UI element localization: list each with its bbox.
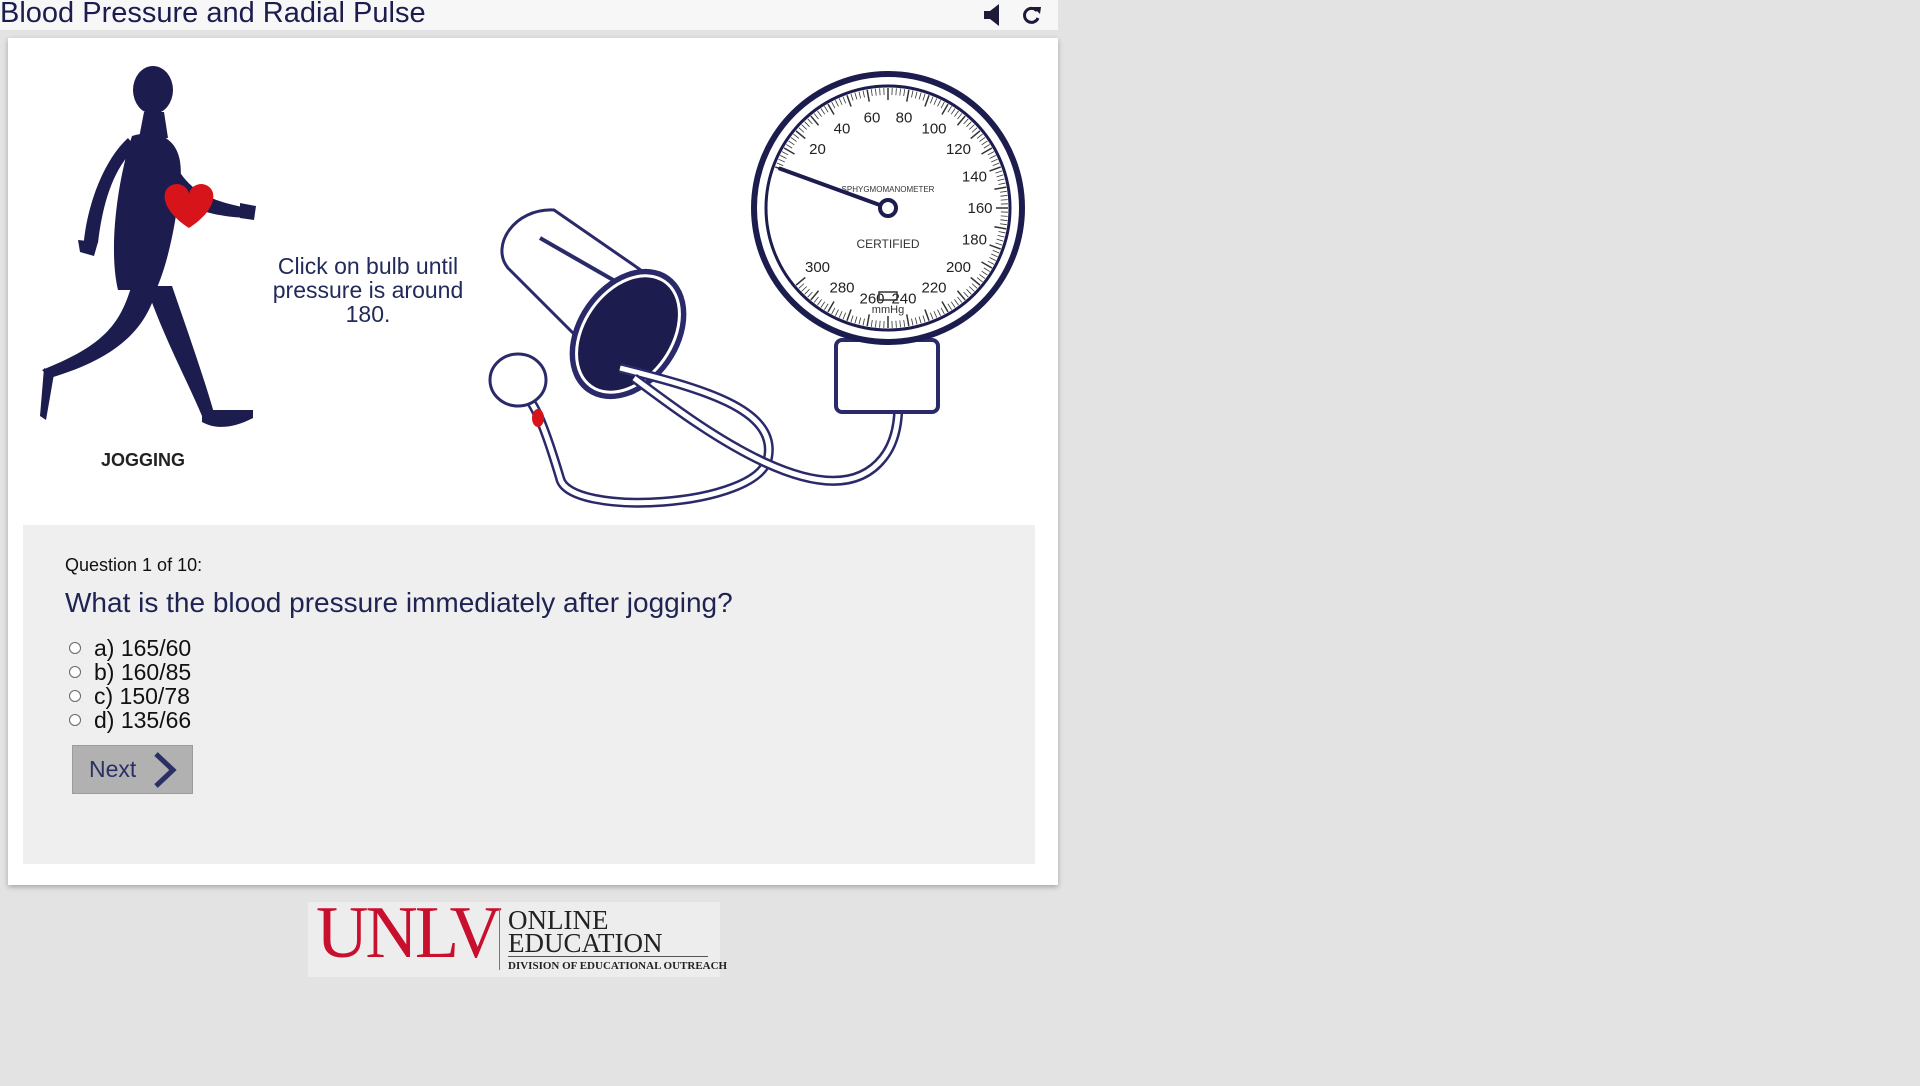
instruction-text: Click on bulb until pressure is around 1… — [272, 253, 464, 327]
gauge-tick-label: 80 — [896, 109, 913, 126]
answer-option[interactable]: a) 165/60 — [69, 634, 192, 661]
answer-option[interactable]: c) 150/78 — [69, 682, 191, 709]
unlv-logo: UNLV ONLINE EDUCATION DIVISION OF EDUCAT… — [308, 896, 727, 977]
gauge-tick-label: 40 — [834, 120, 851, 137]
gauge-tick-label: 220 — [921, 280, 946, 297]
gauge-tick-label: 200 — [946, 259, 971, 276]
jogging-figure — [40, 66, 256, 427]
gauge-tick-label: 280 — [829, 280, 854, 297]
pressure-gauge: 204060 8010012014016018020022024026028030… — [751, 71, 1025, 345]
gauge-certified: CERTIFIED — [856, 237, 919, 251]
radio-button[interactable] — [69, 714, 81, 726]
answer-option[interactable]: b) 160/85 — [69, 658, 192, 685]
logo-line-division: DIVISION OF EDUCATIONAL OUTREACH — [508, 960, 728, 972]
gauge-brand: SPHYGMOMANOMETER — [842, 185, 935, 194]
gauge-tick-label: 20 — [809, 141, 826, 158]
gauge-unit: mmHg — [872, 304, 904, 316]
answer-list: a) 165/60 b) 160/85 c) 150/78 d) 135/66 — [69, 634, 192, 733]
pump-bulb[interactable] — [488, 352, 548, 427]
gauge-tick-label: 100 — [921, 120, 946, 137]
jogging-label: JOGGING — [100, 450, 185, 470]
page-title: Blood Pressure and Radial Pulse — [0, 0, 426, 29]
gauge-tick-label: 180 — [962, 231, 987, 248]
content-panel: 20 40 60 80 100 120 140 160 180 200 220 240 260 280 30… — [8, 38, 1058, 885]
reload-icon[interactable] — [1018, 2, 1046, 28]
answer-label: d) 135/66 — [94, 706, 192, 733]
gauge-tick-label: 160 — [967, 200, 992, 217]
next-button[interactable]: Next — [72, 745, 193, 794]
gauge-tick-label: 140 — [962, 169, 987, 186]
gauge-tick-label: 120 — [946, 141, 971, 158]
next-label: Next — [89, 756, 137, 782]
answer-label: a) 165/60 — [94, 634, 192, 661]
gauge-tick-label: 60 — [864, 109, 881, 126]
radio-button[interactable] — [69, 666, 81, 678]
question-box: Question 1 of 10: What is the blood pres… — [23, 525, 1035, 864]
radio-button[interactable] — [69, 642, 81, 654]
question-text: What is the blood pressure immediately a… — [65, 587, 733, 618]
radio-button[interactable] — [69, 690, 81, 702]
question-counter: Question 1 of 10: — [65, 555, 203, 575]
logo-line-education: EDUCATION — [508, 928, 663, 958]
gauge-tick-label: 300 — [805, 259, 830, 276]
chevron-right-icon — [154, 751, 177, 788]
answer-label: b) 160/85 — [94, 658, 192, 685]
answer-label: c) 150/78 — [94, 682, 190, 709]
title-bar: Blood Pressure and Radial Pulse — [0, 0, 1058, 30]
logo-mark: UNLV — [316, 892, 502, 974]
answer-option[interactable]: d) 135/66 — [69, 706, 192, 733]
speaker-icon[interactable] — [980, 2, 1008, 28]
